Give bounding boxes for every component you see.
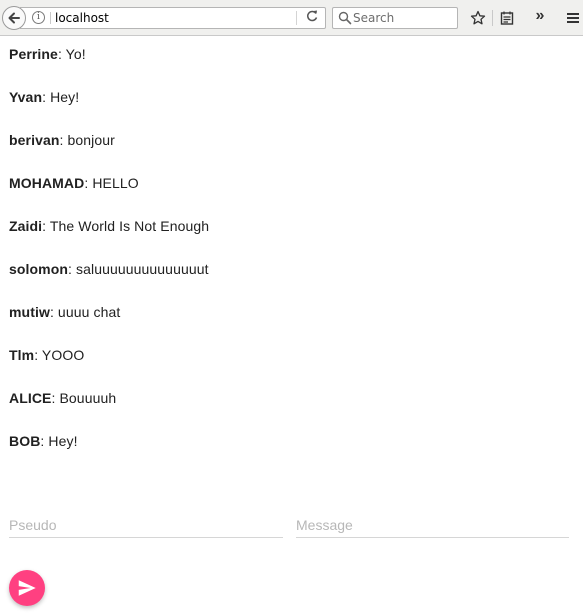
message-text: : YOOO	[34, 347, 85, 363]
overflow-chevron-icon[interactable]: »	[531, 7, 549, 25]
search-bar[interactable]	[332, 7, 458, 29]
reading-list-icon[interactable]	[498, 9, 516, 27]
list-item: solomon: saluuuuuuuuuuuuuut	[9, 261, 209, 304]
message-list: Perrine: Yo! Yvan: Hey! berivan: bonjour MO…	[9, 46, 209, 476]
message-author: berivan	[9, 132, 60, 148]
list-item: berivan: bonjour	[9, 132, 209, 175]
message-author: Perrine	[9, 46, 58, 62]
message-author: Yvan	[9, 89, 43, 105]
url-bar[interactable]: i localhost	[20, 7, 326, 29]
search-input[interactable]	[353, 9, 453, 27]
message-author: mutiw	[9, 304, 50, 320]
message-author: ALICE	[9, 390, 52, 406]
list-item: mutiw: uuuu chat	[9, 304, 209, 347]
message-text: : Yo!	[57, 46, 86, 62]
reload-separator	[296, 11, 297, 25]
message-text: : bonjour	[59, 132, 115, 148]
list-item: MOHAMAD: HELLO	[9, 175, 209, 218]
message-author: Tlm	[9, 347, 35, 363]
message-input[interactable]	[296, 512, 569, 538]
send-icon	[18, 580, 36, 596]
url-separator	[50, 12, 51, 24]
list-item: Tlm: YOOO	[9, 347, 209, 390]
back-button[interactable]	[2, 6, 26, 30]
search-icon	[338, 11, 352, 25]
message-text: : Hey!	[40, 433, 78, 449]
message-author: BOB	[9, 433, 41, 449]
message-text: : HELLO	[84, 175, 139, 191]
message-author: solomon	[9, 261, 69, 277]
list-item: Yvan: Hey!	[9, 89, 209, 132]
send-button[interactable]	[9, 570, 45, 606]
url-text[interactable]: localhost	[55, 11, 109, 25]
reload-icon[interactable]	[305, 9, 319, 26]
menu-hamburger-icon[interactable]	[564, 9, 582, 27]
list-item: Perrine: Yo!	[9, 46, 209, 89]
message-text: : Bouuuuh	[51, 390, 117, 406]
back-arrow-icon	[8, 12, 20, 24]
browser-toolbar: i localhost »	[0, 0, 583, 36]
message-author: Zaidi	[9, 218, 43, 234]
pseudo-input[interactable]	[9, 512, 283, 538]
message-text: : Hey!	[42, 89, 80, 105]
info-icon[interactable]: i	[32, 11, 45, 24]
message-text: : The World Is Not Enough	[42, 218, 210, 234]
list-item: BOB: Hey!	[9, 433, 209, 476]
list-item: Zaidi: The World Is Not Enough	[9, 218, 209, 261]
toolbar-divider	[492, 10, 493, 26]
message-text: : uuuu chat	[49, 304, 121, 320]
message-author: MOHAMAD	[9, 175, 85, 191]
list-item: ALICE: Bouuuuh	[9, 390, 209, 433]
message-text: : saluuuuuuuuuuuuuut	[68, 261, 209, 277]
bookmark-star-icon[interactable]	[469, 9, 487, 27]
